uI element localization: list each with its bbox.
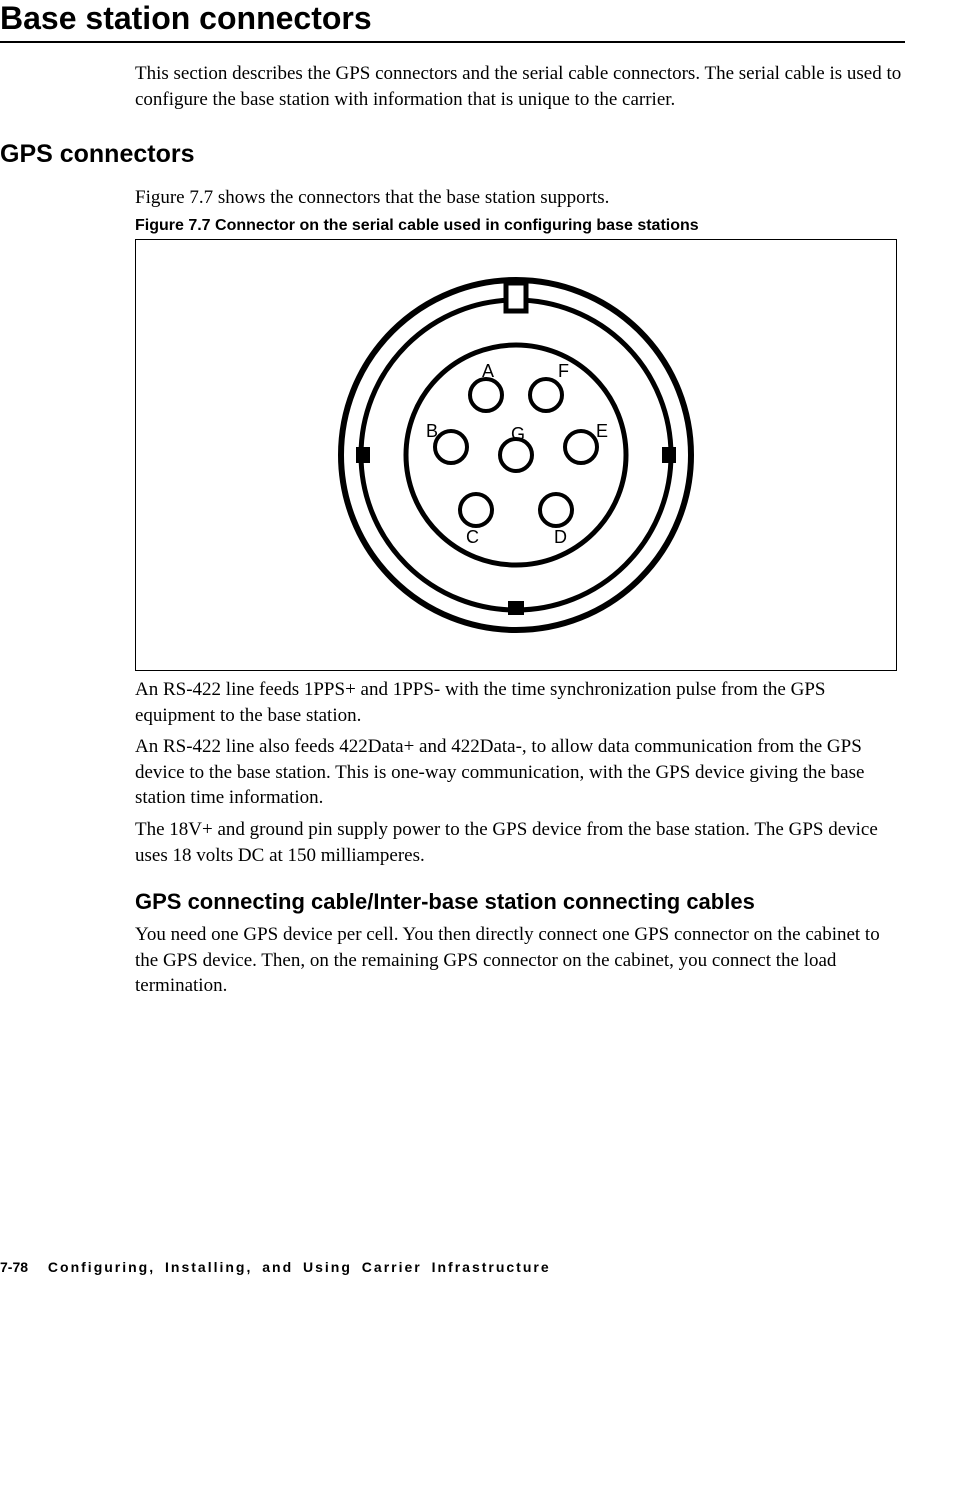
heading-rule xyxy=(0,41,905,43)
paragraph: Figure 7.7 shows the connectors that the… xyxy=(135,185,905,211)
paragraph: An RS-422 line feeds 1PPS+ and 1PPS- wit… xyxy=(135,677,905,728)
paragraph: You need one GPS device per cell. You th… xyxy=(135,922,905,999)
paragraph: The 18V+ and ground pin supply power to … xyxy=(135,817,905,868)
connector-icon: A F B E G C D xyxy=(326,265,706,645)
page-number: 7-78 xyxy=(0,1259,28,1275)
figure-connector-diagram: A F B E G C D xyxy=(135,239,897,671)
paragraph: An RS-422 line also feeds 422Data+ and 4… xyxy=(135,734,905,811)
pin-label-b: B xyxy=(426,421,438,441)
pin-label-g: G xyxy=(511,424,525,444)
pin-label-a: A xyxy=(482,361,494,381)
heading-gps-cable: GPS connecting cable/Inter-base station … xyxy=(135,888,905,916)
intro-paragraph: This section describes the GPS connector… xyxy=(135,61,905,112)
heading-1: Base station connectors xyxy=(0,0,905,37)
pin-label-f: F xyxy=(558,361,569,381)
footer-title: Configuring, Installing, and Using Carri… xyxy=(48,1259,551,1275)
pin-label-c: C xyxy=(466,527,479,547)
heading-gps-connectors: GPS connectors xyxy=(0,140,905,169)
pin-label-e: E xyxy=(596,421,608,441)
pin-label-d: D xyxy=(554,527,567,547)
figure-caption: Figure 7.7 Connector on the serial cable… xyxy=(135,217,905,235)
page-footer: 7-78 Configuring, Installing, and Using … xyxy=(0,1259,905,1275)
